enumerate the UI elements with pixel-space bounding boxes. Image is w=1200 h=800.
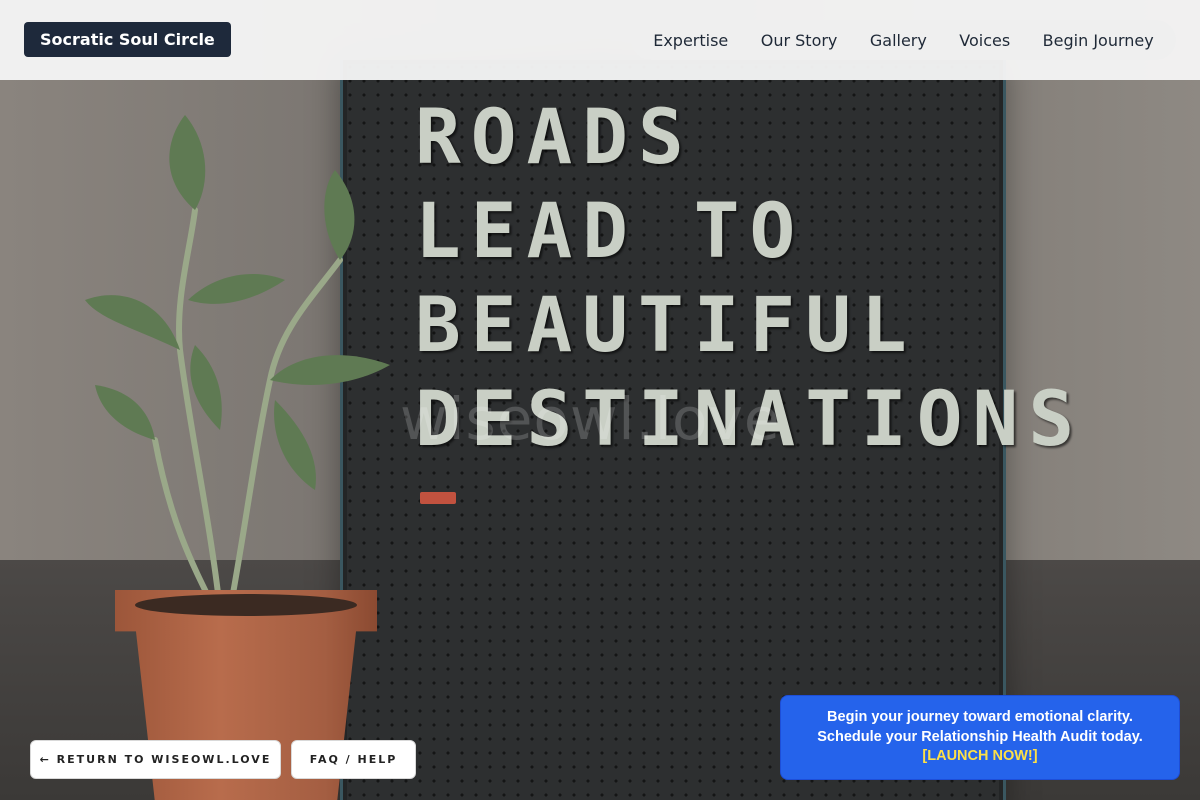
pot-soil (135, 594, 357, 616)
nav-item-voices[interactable]: Voices (949, 31, 1020, 50)
board-line: LEAD TO (415, 186, 806, 275)
seedling-plant (85, 115, 390, 613)
board-line: BEAUTIFUL (415, 280, 917, 369)
nav-item-gallery[interactable]: Gallery (860, 31, 937, 50)
nav-item-our-story[interactable]: Our Story (751, 31, 848, 50)
board-red-dash (420, 492, 456, 504)
cta-line-2: Schedule your Relationship Health Audit … (817, 728, 1143, 745)
board-line: ROADS (415, 92, 694, 181)
faq-help-button[interactable]: FAQ / HELP (291, 740, 416, 779)
hero-background: ROADS LEAD TO BEAUTIFUL DESTINATIONS wis… (0, 0, 1200, 800)
return-button[interactable]: ← RETURN TO WISEOWL.LOVE (30, 740, 281, 779)
brand-logo[interactable]: Socratic Soul Circle (24, 22, 231, 57)
launch-now-link[interactable]: [LAUNCH NOW!] (781, 747, 1179, 767)
main-nav: Expertise Our Story Gallery Voices Begin… (631, 20, 1176, 60)
cta-line-1: Begin your journey toward emotional clar… (827, 709, 1133, 725)
nav-item-expertise[interactable]: Expertise (643, 31, 738, 50)
nav-item-begin-journey[interactable]: Begin Journey (1033, 31, 1164, 50)
site-header: Socratic Soul Circle Expertise Our Story… (0, 0, 1200, 80)
watermark: wiseowl.love (400, 385, 781, 453)
cta-banner: Begin your journey toward emotional clar… (780, 695, 1180, 780)
